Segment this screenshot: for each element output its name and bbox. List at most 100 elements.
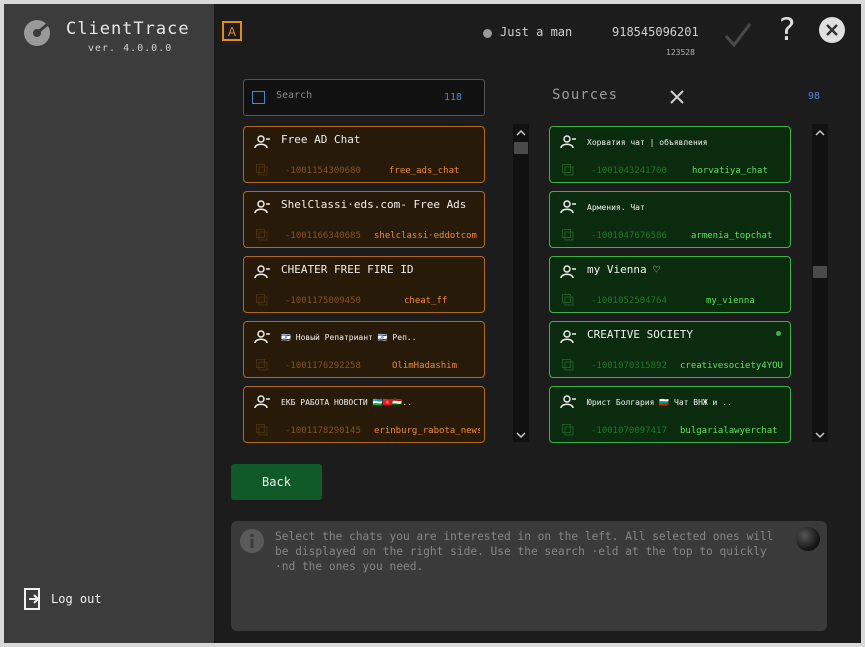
chat-title: 🇮🇱 Новый Репатриант 🇮🇱 Реп.. <box>281 333 417 342</box>
copy-icon[interactable] <box>562 164 574 176</box>
online-indicator <box>776 331 781 336</box>
chat-username: erinburg_rabota_news <box>374 426 480 436</box>
search-count: 118 <box>443 92 462 103</box>
chat-card-source[interactable]: my Vienna ♡ -1001052504764 my_vienna <box>549 256 791 313</box>
search-box: 118 <box>243 79 485 116</box>
chat-username: free_ads_chat <box>389 166 460 176</box>
chat-card-source[interactable]: Юрист Болгария 🇧🇬 Чат ВНЖ и .. -10010700… <box>549 386 791 443</box>
user-icon <box>254 265 270 279</box>
sources-list-scrollbar[interactable] <box>812 124 828 442</box>
chat-title: Юрист Болгария 🇧🇬 Чат ВНЖ и .. <box>587 398 732 407</box>
sources-title: Sources <box>552 87 619 103</box>
clienttrace-logo-icon <box>24 20 50 46</box>
back-button[interactable]: Back <box>231 464 322 500</box>
user-icon <box>254 395 270 409</box>
user-icon <box>560 330 576 344</box>
copy-icon[interactable] <box>562 424 574 436</box>
copy-icon[interactable] <box>562 294 574 306</box>
chat-username: OlimHadashim <box>392 361 458 371</box>
info-icon <box>240 529 264 553</box>
copy-icon[interactable] <box>256 294 268 306</box>
user-icon <box>560 395 576 409</box>
app-version: ver. 4.0.0.0 <box>88 43 173 54</box>
chat-title: ShelClassi·eds.com- Free Ads <box>281 198 467 211</box>
sources-list: Хорватия чат | объявления -1001043241700… <box>549 126 794 443</box>
chat-id: -1001175009450 <box>285 296 361 306</box>
phone-number: 918545096201 <box>612 25 699 39</box>
user-icon <box>560 200 576 214</box>
account-a-icon[interactable]: A <box>222 19 242 41</box>
scroll-up-icon[interactable] <box>516 128 526 138</box>
chat-title: ЕКБ РАБОТА НОВОСТИ 🇺🇿🇰🇬🇹🇯.. <box>281 398 413 407</box>
chat-card-available[interactable]: ЕКБ РАБОТА НОВОСТИ 🇺🇿🇰🇬🇹🇯.. -10011782901… <box>243 386 485 443</box>
chat-id: -1001070097417 <box>591 426 667 436</box>
chat-username: shelclassi·eddotcom <box>374 231 477 241</box>
search-input[interactable] <box>274 89 428 102</box>
close-icon[interactable] <box>819 17 845 43</box>
scroll-thumb[interactable] <box>514 142 528 154</box>
info-box: Select the chats you are interested in o… <box>231 521 827 631</box>
user-icon <box>254 200 270 214</box>
chat-id: -1001178290145 <box>285 426 361 436</box>
sources-count: 98 <box>808 91 821 102</box>
chat-username: bulgarialawyerchat <box>680 426 778 436</box>
chat-id: -1001052504764 <box>591 296 667 306</box>
chat-title: my Vienna ♡ <box>587 263 660 276</box>
chat-title: Армения. Чат <box>587 203 645 212</box>
chat-id: -1001047676586 <box>591 231 667 241</box>
help-icon[interactable]: ? <box>779 12 801 48</box>
chat-card-source[interactable]: CREATIVE SOCIETY -1001070315892 creative… <box>549 321 791 378</box>
scroll-up-icon[interactable] <box>815 128 825 138</box>
svg-text:A: A <box>228 25 237 39</box>
scroll-down-icon[interactable] <box>815 430 825 440</box>
logout-label: Log out <box>51 592 102 606</box>
app-title: ClientTrace <box>66 19 190 39</box>
main-panel: A Just a man 918545096201 123528 ? 118 S… <box>214 4 861 643</box>
info-text: Select the chats you are interested in o… <box>275 530 774 573</box>
chat-id: -1001154300680 <box>285 166 361 176</box>
chat-id: -1001070315892 <box>591 361 667 371</box>
user-icon <box>254 135 270 149</box>
copy-icon[interactable] <box>256 424 268 436</box>
available-chats-list: Free AD Chat -1001154300680 free_ads_cha… <box>243 126 488 443</box>
user-icon <box>560 265 576 279</box>
sidebar: ClientTrace ver. 4.0.0.0 Log out <box>4 4 214 643</box>
copy-icon[interactable] <box>562 229 574 241</box>
chat-title: CREATIVE SOCIETY <box>587 328 693 341</box>
chat-username: my_vienna <box>706 296 755 306</box>
copy-icon[interactable] <box>256 164 268 176</box>
select-all-checkbox[interactable] <box>252 91 265 104</box>
scroll-thumb[interactable] <box>813 266 827 278</box>
user-icon <box>254 330 270 344</box>
chat-card-source[interactable]: Хорватия чат | объявления -1001043241700… <box>549 126 791 183</box>
chat-title: CHEATER FREE FIRE ID <box>281 263 414 276</box>
chat-card-available[interactable]: ShelClassi·eds.com- Free Ads -1001166340… <box>243 191 485 248</box>
chat-id: -1001176292258 <box>285 361 361 371</box>
user-id: 123528 <box>666 48 695 57</box>
available-list-scrollbar[interactable] <box>513 124 529 442</box>
chat-title: Free AD Chat <box>281 133 361 146</box>
chat-username: creativesociety4YOU <box>680 361 783 371</box>
chat-id: -1001043241700 <box>591 166 667 176</box>
copy-icon[interactable] <box>562 359 574 371</box>
user-icon <box>560 135 576 149</box>
status-dot <box>483 29 492 38</box>
chat-card-source[interactable]: Армения. Чат -1001047676586 armenia_topc… <box>549 191 791 248</box>
check-icon[interactable] <box>724 22 752 48</box>
chat-card-available[interactable]: 🇮🇱 Новый Репатриант 🇮🇱 Реп.. -1001176292… <box>243 321 485 378</box>
chat-username: armenia_topchat <box>691 231 773 241</box>
chat-title: Хорватия чат | объявления <box>587 138 708 147</box>
chat-id: -1001166340685 <box>285 231 361 241</box>
copy-icon[interactable] <box>256 229 268 241</box>
status-orb <box>796 527 820 551</box>
user-name: Just a man <box>500 25 573 39</box>
copy-icon[interactable] <box>256 359 268 371</box>
chat-username: cheat_ff <box>404 296 448 306</box>
chat-card-available[interactable]: Free AD Chat -1001154300680 free_ads_cha… <box>243 126 485 183</box>
logout-icon <box>24 588 40 610</box>
scroll-down-icon[interactable] <box>516 430 526 440</box>
sources-close-icon[interactable] <box>669 89 685 105</box>
chat-card-available[interactable]: CHEATER FREE FIRE ID -1001175009450 chea… <box>243 256 485 313</box>
chat-username: horvatiya_chat <box>692 166 768 176</box>
logout-button[interactable]: Log out <box>24 588 102 610</box>
